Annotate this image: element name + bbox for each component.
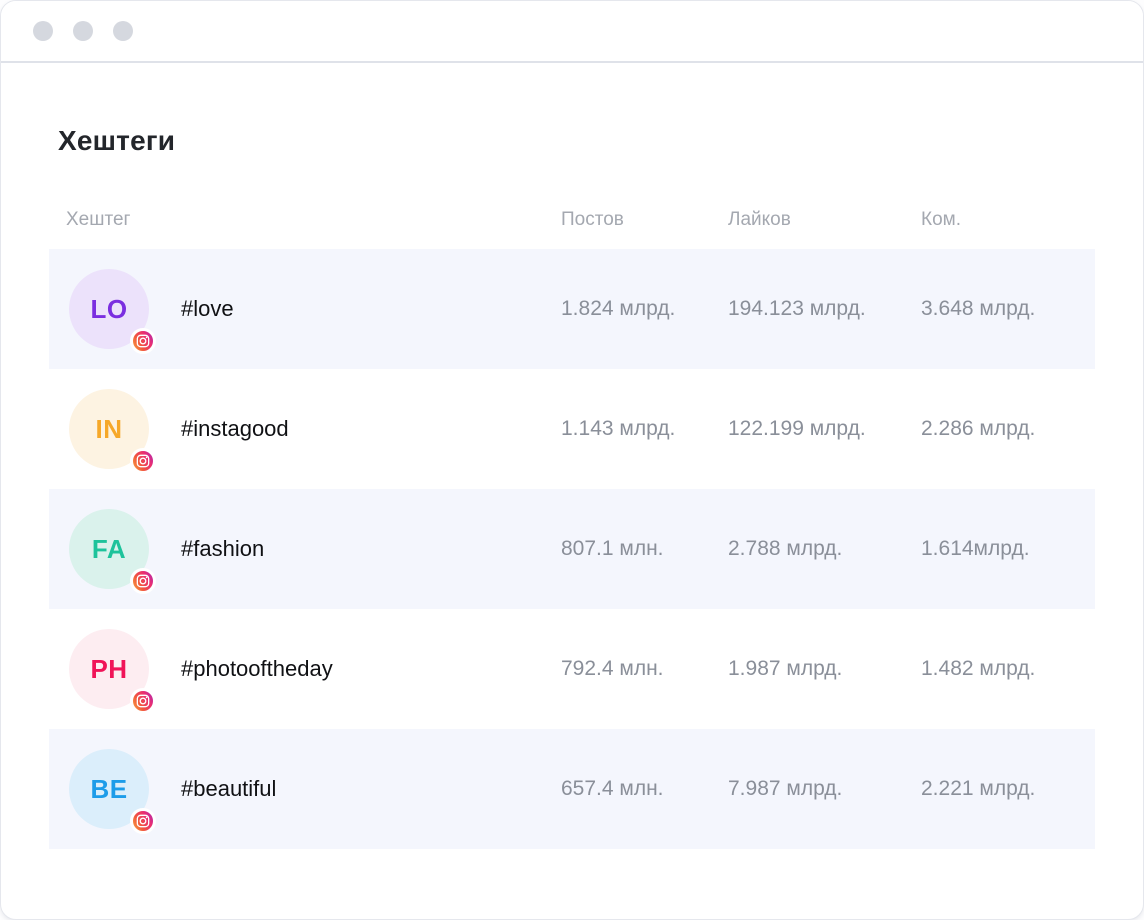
column-header-posts: Постов	[561, 209, 728, 231]
table-header-row: Хештег Постов Лайков Ком.	[49, 209, 1095, 231]
avatar-initials: IN	[96, 414, 123, 445]
likes-value: 122.199 млрд.	[728, 417, 921, 441]
main-content: Хештеги Хештег Постов Лайков Ком. LO	[1, 125, 1143, 849]
hashtag-name: #photooftheday	[181, 656, 561, 682]
instagram-icon	[130, 568, 156, 594]
table-row[interactable]: LO #love 1.824 млрд. 194.123 млрд. 3.648…	[49, 249, 1095, 369]
hashtag-avatar: FA	[69, 509, 149, 589]
hashtag-avatar: LO	[69, 269, 149, 349]
instagram-icon	[130, 688, 156, 714]
comments-value: 2.286 млрд.	[921, 417, 1095, 441]
hashtag-name: #instagood	[181, 416, 561, 442]
column-header-comments: Ком.	[921, 209, 1095, 231]
avatar-initials: PH	[90, 654, 127, 685]
page-title: Хештеги	[58, 125, 1095, 157]
window-controls	[33, 21, 133, 41]
table-row[interactable]: BE #beautiful 657.4 млн. 7.987 млрд. 2.2…	[49, 729, 1095, 849]
window-dot-3[interactable]	[113, 21, 133, 41]
hashtags-table: Хештег Постов Лайков Ком. LO #lo	[49, 209, 1095, 849]
app-window: Хештеги Хештег Постов Лайков Ком. LO	[0, 0, 1144, 920]
column-header-likes: Лайков	[728, 209, 921, 231]
comments-value: 3.648 млрд.	[921, 297, 1095, 321]
table-row[interactable]: FA #fashion 807.1 млн. 2.788 млрд. 1.614…	[49, 489, 1095, 609]
avatar-initials: LO	[90, 294, 127, 325]
table-row[interactable]: PH #photooftheday 792.4 млн. 1.987 млрд.…	[49, 609, 1095, 729]
posts-value: 792.4 млн.	[561, 657, 728, 681]
instagram-icon	[130, 448, 156, 474]
likes-value: 7.987 млрд.	[728, 777, 921, 801]
posts-value: 807.1 млн.	[561, 537, 728, 561]
hashtag-name: #beautiful	[181, 776, 561, 802]
likes-value: 2.788 млрд.	[728, 537, 921, 561]
hashtag-avatar: IN	[69, 389, 149, 469]
hashtag-avatar: PH	[69, 629, 149, 709]
comments-value: 2.221 млрд.	[921, 777, 1095, 801]
comments-value: 1.482 млрд.	[921, 657, 1095, 681]
column-header-hashtag: Хештег	[66, 209, 561, 231]
hashtag-avatar: BE	[69, 749, 149, 829]
avatar-initials: BE	[90, 774, 127, 805]
instagram-icon	[130, 808, 156, 834]
table-row[interactable]: IN #instagood 1.143 млрд. 122.199 млрд. …	[49, 369, 1095, 489]
hashtag-name: #love	[181, 296, 561, 322]
comments-value: 1.614млрд.	[921, 537, 1095, 561]
posts-value: 1.824 млрд.	[561, 297, 728, 321]
avatar-initials: FA	[92, 534, 126, 565]
posts-value: 657.4 млн.	[561, 777, 728, 801]
likes-value: 194.123 млрд.	[728, 297, 921, 321]
window-dot-2[interactable]	[73, 21, 93, 41]
window-titlebar	[1, 1, 1143, 63]
window-dot-1[interactable]	[33, 21, 53, 41]
posts-value: 1.143 млрд.	[561, 417, 728, 441]
instagram-icon	[130, 328, 156, 354]
hashtag-name: #fashion	[181, 536, 561, 562]
likes-value: 1.987 млрд.	[728, 657, 921, 681]
